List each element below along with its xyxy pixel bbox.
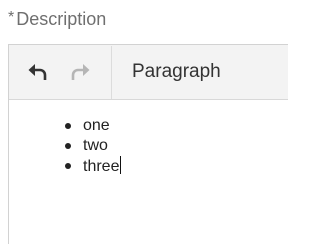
redo-icon	[70, 62, 92, 82]
required-marker: *	[8, 9, 15, 26]
redo-button[interactable]	[59, 45, 103, 100]
editor-toolbar: Paragraph	[9, 45, 288, 100]
list-item: one	[65, 116, 288, 136]
editor-content-area[interactable]: one two three	[9, 100, 288, 176]
description-field-label: * Description	[8, 6, 106, 32]
rich-text-editor: Paragraph one two three	[8, 44, 288, 244]
list-item: two	[65, 136, 288, 156]
block-format-dropdown[interactable]: Paragraph	[132, 45, 221, 100]
undo-icon	[26, 62, 48, 82]
bullet-list: one two three	[9, 116, 288, 176]
text-cursor	[120, 156, 122, 174]
undo-button[interactable]	[15, 45, 59, 100]
list-item: three	[65, 156, 288, 176]
toolbar-separator	[111, 45, 112, 99]
field-label-text: Description	[16, 8, 107, 29]
